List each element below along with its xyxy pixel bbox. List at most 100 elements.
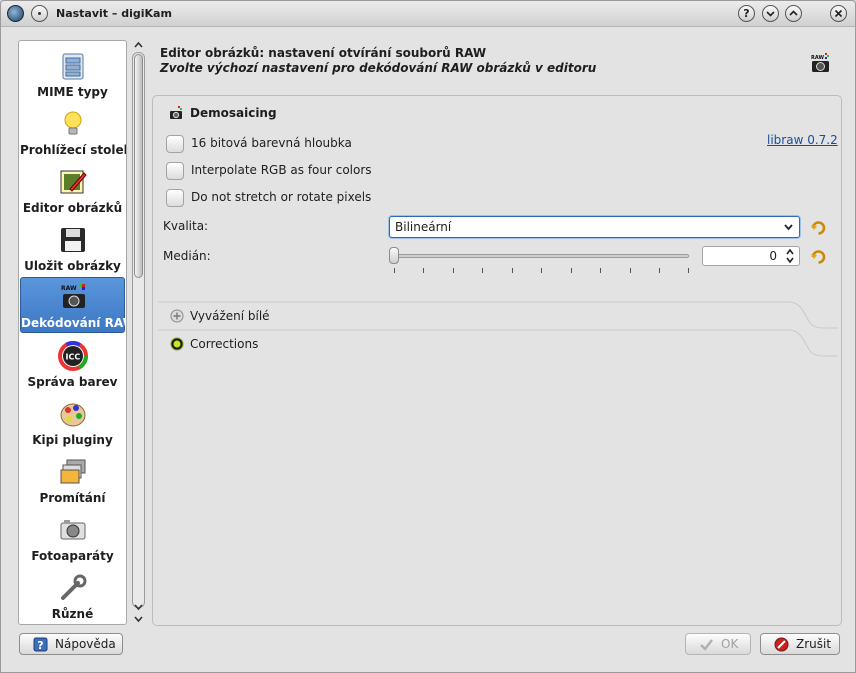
sidebar-item-kipi-plugins[interactable]: Kipi pluginy xyxy=(20,395,125,451)
chevron-down-icon xyxy=(784,224,793,231)
maximize-button[interactable] xyxy=(785,5,802,22)
help-button[interactable]: ? xyxy=(738,5,755,22)
help-button-label: Nápověda xyxy=(55,637,116,651)
checkbox-box[interactable] xyxy=(166,162,184,180)
slider-tick xyxy=(600,268,601,273)
mime-types-icon xyxy=(62,53,84,80)
svg-text:?: ? xyxy=(37,639,43,652)
slider-groove[interactable] xyxy=(393,254,689,258)
sidebar-item-label: Kipi pluginy xyxy=(32,433,113,447)
slideshow-icon xyxy=(60,459,86,484)
cancel-icon xyxy=(774,637,789,652)
maximize-icon xyxy=(789,10,798,16)
slider-tick xyxy=(571,268,572,273)
help-dialog-button[interactable]: ? Nápověda xyxy=(19,633,123,655)
scroll-up-icon[interactable] xyxy=(133,40,144,50)
reset-quality-icon[interactable] xyxy=(810,219,827,236)
sidebar-item-raw-decoding[interactable]: RAW Dekódování RAW xyxy=(20,277,127,333)
median-label: Medián: xyxy=(163,249,211,263)
slider-tick xyxy=(541,268,542,273)
settings-window: Nastavit – digiKam ? MIME typy Prohlížec… xyxy=(0,0,856,673)
title-bar[interactable]: Nastavit – digiKam ? xyxy=(1,1,855,27)
slider-tick xyxy=(630,268,631,273)
floppy-disk-icon xyxy=(61,228,85,252)
sidebar-item-mime-types[interactable]: MIME typy xyxy=(20,47,125,103)
section-divider xyxy=(158,329,838,357)
close-icon xyxy=(834,9,843,18)
scroll-down-icon[interactable] xyxy=(133,614,144,624)
reset-median-icon[interactable] xyxy=(810,248,827,265)
app-icon[interactable] xyxy=(7,5,24,22)
median-slider[interactable] xyxy=(389,244,691,274)
ok-button-label: OK xyxy=(721,637,739,651)
sidebar-item-light-table[interactable]: Prohlížecí stolek xyxy=(20,105,127,161)
sidebar-item-label: Promítání xyxy=(39,491,106,505)
help-icon: ? xyxy=(33,637,48,652)
checkbox-box[interactable] xyxy=(166,189,184,207)
sidebar-item-label: Prohlížecí stolek xyxy=(20,143,127,157)
quality-value: Bilineární xyxy=(395,220,452,234)
slider-tick xyxy=(394,268,395,273)
ok-button[interactable]: OK xyxy=(685,633,751,655)
sidebar-item-label: Správa barev xyxy=(27,375,118,389)
median-spinbox[interactable]: 0 xyxy=(702,246,800,266)
minimize-icon xyxy=(766,11,775,17)
scrollbar-thumb[interactable] xyxy=(134,54,143,278)
minimize-button[interactable] xyxy=(762,5,779,22)
checkbox-label: 16 bitová barevná hloubka xyxy=(191,136,352,150)
checkbox-label: Interpolate RGB as four colors xyxy=(191,163,372,177)
corrections-section[interactable]: Corrections xyxy=(158,329,838,357)
window-menu-button[interactable] xyxy=(31,5,48,22)
quality-select[interactable]: Bilineární xyxy=(389,216,800,238)
sidebar-item-label: Editor obrázků xyxy=(22,201,123,215)
slider-tick xyxy=(512,268,513,273)
tools-icon xyxy=(61,574,87,600)
libraw-link[interactable]: libraw 0.7.2 xyxy=(767,133,838,147)
slider-tick xyxy=(688,268,689,273)
sidebar-item-misc[interactable]: Různé xyxy=(20,569,125,624)
slider-tick xyxy=(659,268,660,273)
sidebar-item-label: MIME typy xyxy=(37,85,108,99)
sidebar-item-cameras[interactable]: Fotoaparáty xyxy=(20,511,125,567)
sidebar-item-slideshow[interactable]: Promítání xyxy=(20,453,125,509)
settings-page-list: MIME typy Prohlížecí stolek Editor obráz… xyxy=(18,40,127,625)
spin-arrows-icon[interactable] xyxy=(785,247,795,265)
page-title: Editor obrázků: nastavení otvírání soubo… xyxy=(160,46,487,60)
raw-camera-icon xyxy=(170,106,182,119)
svg-text:ICC: ICC xyxy=(66,353,81,362)
image-editor-icon xyxy=(60,170,87,194)
page-subtitle: Zvolte výchozí nastavení pro dekódování … xyxy=(160,61,597,75)
svg-text:RAW: RAW xyxy=(811,55,824,61)
slider-tick xyxy=(482,268,483,273)
sidebar-item-label: Fotoaparáty xyxy=(31,549,114,563)
slider-handle[interactable] xyxy=(389,247,399,264)
sidebar-item-color-management[interactable]: ICC Správa barev xyxy=(20,337,125,393)
slider-tick xyxy=(423,268,424,273)
cancel-button-label: Zrušit xyxy=(796,637,832,651)
checkbox-box[interactable] xyxy=(166,135,184,153)
close-button[interactable] xyxy=(830,5,847,22)
camera-icon xyxy=(60,520,86,540)
raw-settings-panel: Demosaicing libraw 0.7.2 16 bitová barev… xyxy=(152,95,842,626)
svg-text:RAW: RAW xyxy=(61,285,77,292)
scrollbar-track[interactable] xyxy=(132,52,145,608)
window-title: Nastavit – digiKam xyxy=(56,7,172,20)
white-balance-section[interactable]: Vyvážení bílé xyxy=(158,301,838,329)
section-divider xyxy=(158,301,838,329)
sidebar-item-image-editor[interactable]: Editor obrázků xyxy=(20,163,125,219)
demosaicing-title: Demosaicing xyxy=(190,106,277,120)
slider-tick xyxy=(453,268,454,273)
lightbulb-icon xyxy=(64,111,82,135)
sidebar-item-save-images[interactable]: Uložit obrázky xyxy=(20,221,125,277)
sidebar-item-label: Různé xyxy=(51,607,94,621)
checkbox-label: Do not stretch or rotate pixels xyxy=(191,190,372,204)
scroll-up-icon[interactable] xyxy=(133,602,144,612)
quality-label: Kvalita: xyxy=(163,219,209,233)
median-value: 0 xyxy=(769,249,777,263)
sidebar-item-label: Uložit obrázky xyxy=(24,259,121,273)
check-icon xyxy=(700,639,713,651)
sidebar-item-label: Dekódování RAW xyxy=(21,316,127,330)
cancel-button[interactable]: Zrušit xyxy=(760,633,840,655)
icc-color-icon: ICC xyxy=(58,341,88,371)
sidebar-scrollbar[interactable] xyxy=(131,40,146,625)
